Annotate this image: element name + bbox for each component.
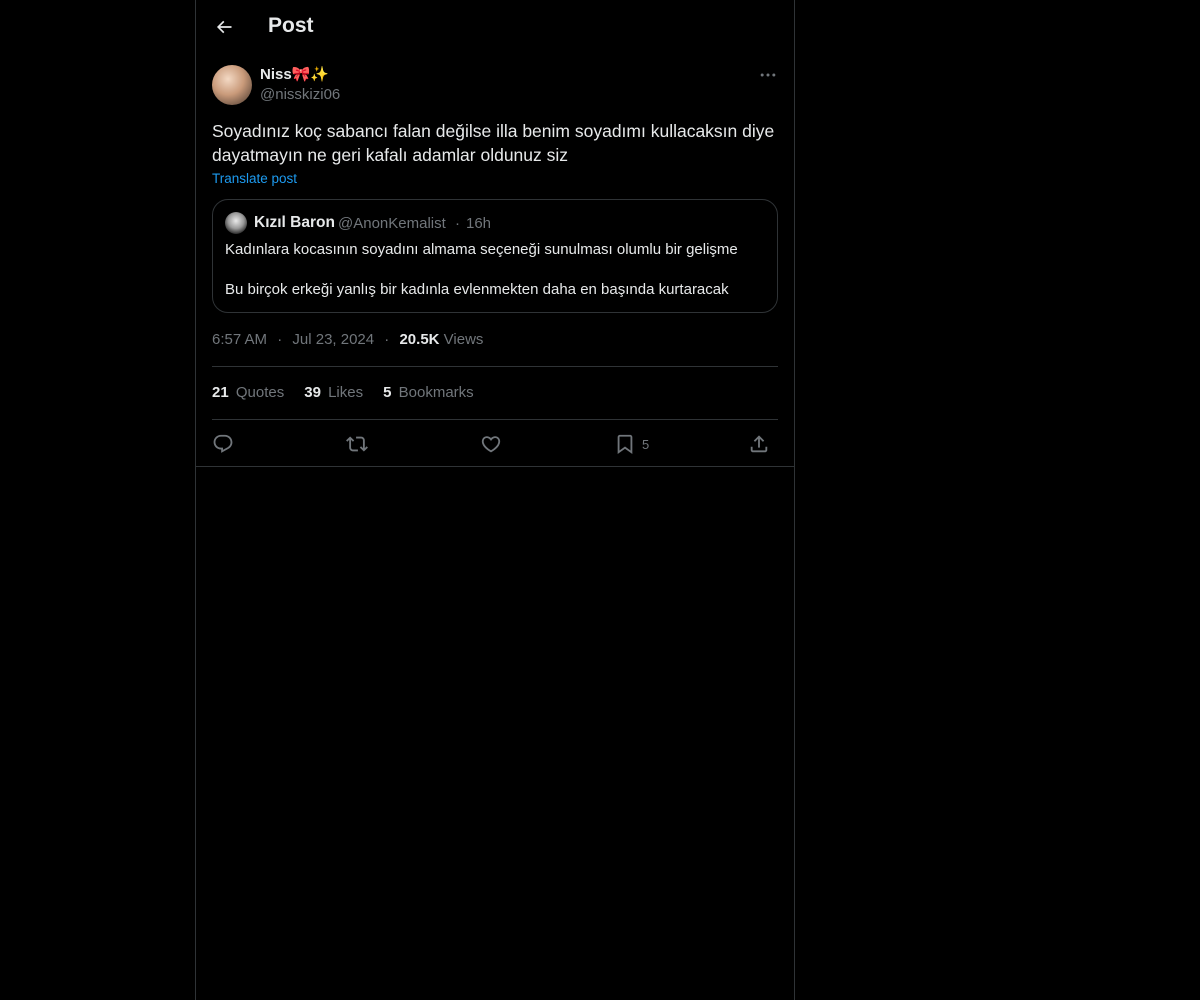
divider xyxy=(212,419,778,420)
share-button[interactable] xyxy=(748,427,770,461)
quotes-count: 21 xyxy=(212,384,229,401)
author-handle[interactable]: @nisskizi06 xyxy=(260,86,340,103)
share-icon xyxy=(750,435,768,453)
page-title: Post xyxy=(268,14,314,37)
bookmark-icon xyxy=(617,434,633,455)
post-meta: 6:57 AM · Jul 23, 2024 · 20.5K Views xyxy=(212,331,483,348)
divider xyxy=(212,366,778,367)
reply-icon xyxy=(213,434,233,453)
author-name[interactable]: Niss🎀✨ xyxy=(260,65,329,83)
quotes-label: Quotes xyxy=(235,384,285,401)
quote-author-name: Kızıl Baron xyxy=(254,214,335,231)
quote-text-line-2: Bu birçok erkeği yanlış bir kadınla evle… xyxy=(225,281,729,298)
page-header: Post xyxy=(196,0,794,53)
likes-count: 39 xyxy=(304,384,321,401)
engagement-stats: 21 Quotes 39 Likes 5 Bookmarks xyxy=(212,384,474,401)
author-avatar[interactable] xyxy=(212,65,252,105)
like-button[interactable] xyxy=(480,427,502,461)
post-text: Soyadınız koç sabancı falan değilse illa… xyxy=(212,121,775,165)
meta-separator: · xyxy=(384,331,390,348)
bookmarks-stat[interactable]: 5 Bookmarks xyxy=(383,384,474,401)
translate-post-link[interactable]: Translate post xyxy=(212,171,297,186)
action-bar: 5 xyxy=(212,427,778,461)
quote-author-handle: @AnonKemalist xyxy=(338,215,446,232)
quote-author-avatar xyxy=(225,212,247,234)
likes-label: Likes xyxy=(328,384,364,401)
quote-separator: · xyxy=(455,215,460,232)
more-icon xyxy=(760,73,776,77)
views-label: Views xyxy=(443,331,484,348)
back-button[interactable] xyxy=(207,10,241,44)
quote-text-line-1: Kadınlara kocasının soyadını almama seçe… xyxy=(225,241,738,258)
divider xyxy=(196,466,794,467)
bookmarks-label: Bookmarks xyxy=(398,384,474,401)
arrow-left-icon xyxy=(216,20,232,34)
repost-button[interactable] xyxy=(346,427,368,461)
more-options-button[interactable] xyxy=(756,64,780,86)
bookmark-count: 5 xyxy=(642,436,650,452)
post-date[interactable]: Jul 23, 2024 xyxy=(292,331,374,348)
bookmarks-count: 5 xyxy=(383,384,392,401)
views-count: 20.5K xyxy=(399,331,440,348)
likes-stat[interactable]: 39 Likes xyxy=(304,384,363,401)
reply-button[interactable] xyxy=(212,427,234,461)
quoted-post-card[interactable]: Kızıl Baron @AnonKemalist · 16h Kadınlar… xyxy=(212,199,778,313)
quote-timestamp: 16h xyxy=(466,215,492,232)
heart-icon xyxy=(481,436,501,453)
meta-separator: · xyxy=(277,331,283,348)
post-column: Post Niss🎀✨ @nisskizi06 Soyadınız koç sa… xyxy=(195,0,795,1000)
repost-icon xyxy=(346,436,368,452)
quotes-stat[interactable]: 21 Quotes xyxy=(212,384,284,401)
post-time[interactable]: 6:57 AM xyxy=(212,331,267,348)
bookmark-button[interactable]: 5 xyxy=(614,427,649,461)
